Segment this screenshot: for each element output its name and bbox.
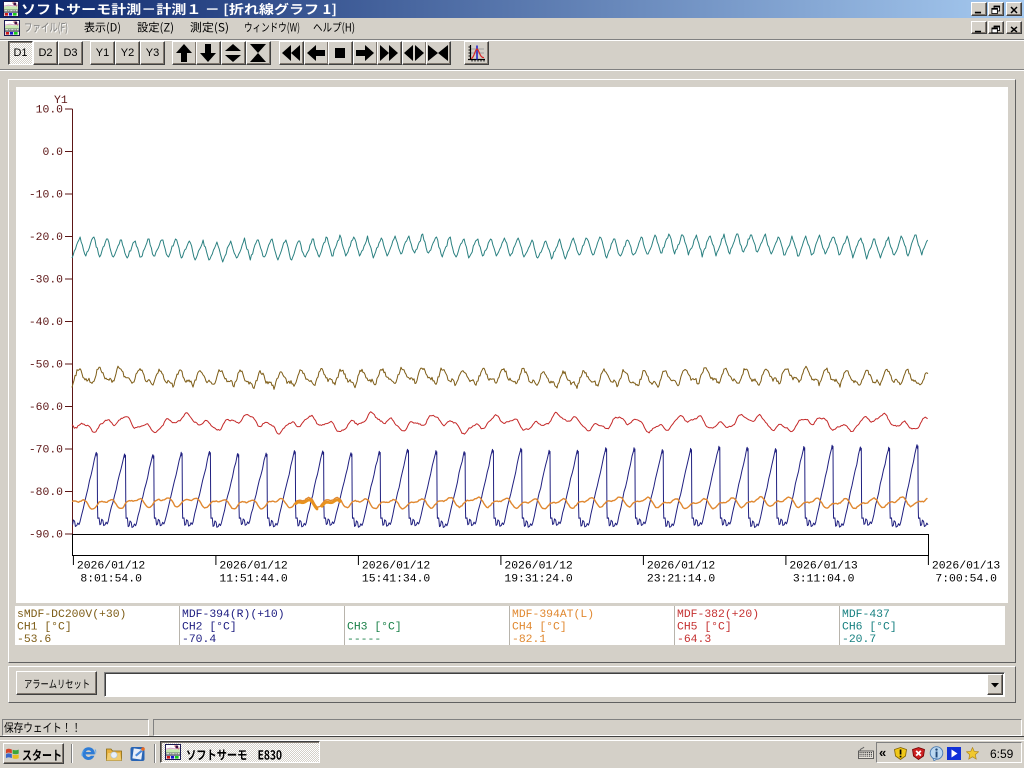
- svg-text:-70.4: -70.4: [182, 634, 216, 645]
- svg-text:-70.0: -70.0: [29, 445, 63, 457]
- svg-text:-90.0: -90.0: [29, 530, 63, 542]
- svg-text:-53.6: -53.6: [17, 634, 51, 645]
- svg-text:2026/01/12: 2026/01/12: [77, 561, 146, 573]
- svg-text:2026/01/13: 2026/01/13: [932, 561, 1001, 573]
- svg-text:CH3 [°C]: CH3 [°C]: [347, 622, 402, 634]
- svg-text:CH6 [°C]: CH6 [°C]: [842, 622, 897, 634]
- svg-text:MDF-394AT(L): MDF-394AT(L): [512, 609, 594, 621]
- svg-text:23:21:14.0: 23:21:14.0: [647, 574, 716, 586]
- svg-text:2026/01/12: 2026/01/12: [362, 561, 431, 573]
- svg-text:Y1: Y1: [54, 95, 68, 107]
- svg-text:2026/01/12: 2026/01/12: [647, 561, 716, 573]
- svg-text:0.0: 0.0: [42, 147, 63, 159]
- svg-text:sMDF-DC200V(+30): sMDF-DC200V(+30): [17, 609, 126, 621]
- svg-text:MDF-394(R)(+10): MDF-394(R)(+10): [182, 609, 285, 621]
- svg-text:-82.1: -82.1: [512, 634, 546, 645]
- svg-text:-20.0: -20.0: [29, 232, 63, 244]
- svg-text:2026/01/13: 2026/01/13: [789, 561, 858, 573]
- svg-text:CH1 [°C]: CH1 [°C]: [17, 622, 72, 634]
- svg-text:2026/01/12: 2026/01/12: [504, 561, 573, 573]
- svg-text:CH5 [°C]: CH5 [°C]: [677, 622, 732, 634]
- svg-text:-64.3: -64.3: [677, 634, 711, 645]
- svg-text:-20.7: -20.7: [842, 634, 876, 645]
- svg-text:11:51:44.0: 11:51:44.0: [219, 574, 288, 586]
- svg-text:-60.0: -60.0: [29, 402, 63, 414]
- svg-text:7:00:54.0: 7:00:54.0: [935, 574, 997, 586]
- svg-text:8:01:54.0: 8:01:54.0: [80, 574, 142, 586]
- svg-text:MDF-382(+20): MDF-382(+20): [677, 609, 759, 621]
- svg-text:-80.0: -80.0: [29, 487, 63, 499]
- svg-text:-----: -----: [347, 634, 381, 645]
- svg-text:-10.0: -10.0: [29, 190, 63, 202]
- svg-text:-30.0: -30.0: [29, 275, 63, 287]
- svg-text:2026/01/12: 2026/01/12: [219, 561, 288, 573]
- svg-text:-50.0: -50.0: [29, 360, 63, 372]
- svg-text:-40.0: -40.0: [29, 317, 63, 329]
- svg-text:19:31:24.0: 19:31:24.0: [504, 574, 573, 586]
- svg-text:CH4 [°C]: CH4 [°C]: [512, 622, 567, 634]
- svg-text:CH2 [°C]: CH2 [°C]: [182, 622, 237, 634]
- svg-text:3:11:04.0: 3:11:04.0: [793, 574, 855, 586]
- svg-text:MDF-437: MDF-437: [842, 609, 890, 621]
- svg-text:15:41:34.0: 15:41:34.0: [362, 574, 431, 586]
